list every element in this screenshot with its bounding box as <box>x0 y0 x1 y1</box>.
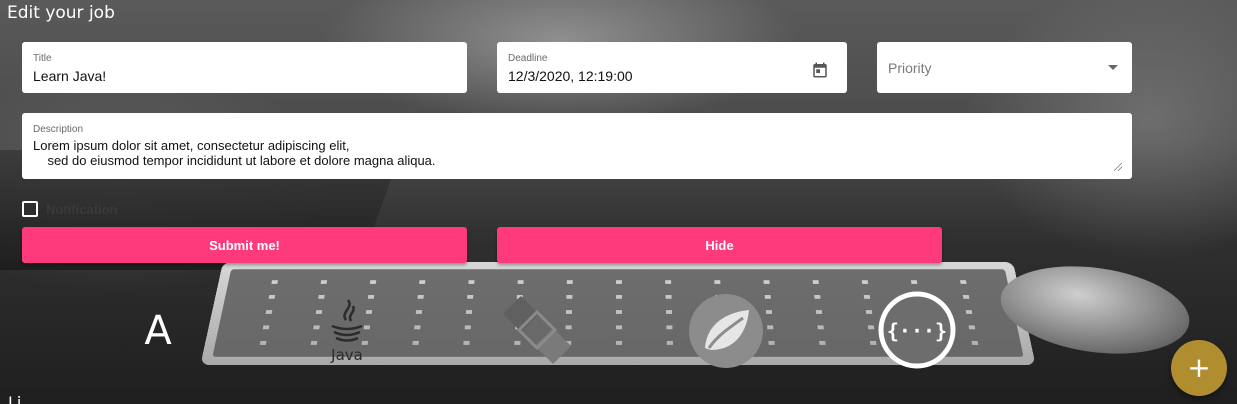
swagger-logo-text: {···} <box>887 319 947 343</box>
resize-handle-icon[interactable] <box>1114 163 1122 171</box>
description-label: Description <box>33 124 84 135</box>
notification-checkbox[interactable] <box>22 201 38 217</box>
calendar-icon[interactable] <box>811 61 829 79</box>
hide-button[interactable]: Hide <box>497 227 942 263</box>
description-textarea[interactable]: Lorem ipsum dolor sit amet, consectetur … <box>33 138 1118 172</box>
deadline-label: Deadline <box>508 53 548 64</box>
title-field[interactable]: Title <box>22 42 467 93</box>
notification-row: Notification <box>22 201 118 217</box>
list-heading-partial: Li <box>8 393 22 404</box>
java-logo-text: Java <box>330 346 363 364</box>
page-title: Edit your job <box>7 3 115 23</box>
deadline-input[interactable] <box>508 68 798 84</box>
description-field[interactable]: Description Lorem ipsum dolor sit amet, … <box>22 113 1132 179</box>
dropdown-arrow-icon[interactable] <box>1108 65 1118 70</box>
deadline-field[interactable]: Deadline <box>497 42 847 93</box>
priority-select[interactable]: Priority <box>877 42 1132 93</box>
notification-label: Notification <box>46 201 118 217</box>
codepen-logo <box>499 292 575 368</box>
title-label: Title <box>33 53 52 64</box>
priority-placeholder: Priority <box>888 60 932 76</box>
plus-icon: + <box>1187 351 1211 384</box>
angular-logo: A <box>139 308 177 354</box>
spring-logo <box>687 292 765 370</box>
java-logo: Java <box>322 296 372 366</box>
swagger-logo: {···} <box>878 291 956 369</box>
submit-button[interactable]: Submit me! <box>22 227 467 263</box>
angular-logo-letter: A <box>144 309 172 349</box>
title-input[interactable] <box>33 68 453 84</box>
add-job-button[interactable]: + <box>1171 340 1227 396</box>
